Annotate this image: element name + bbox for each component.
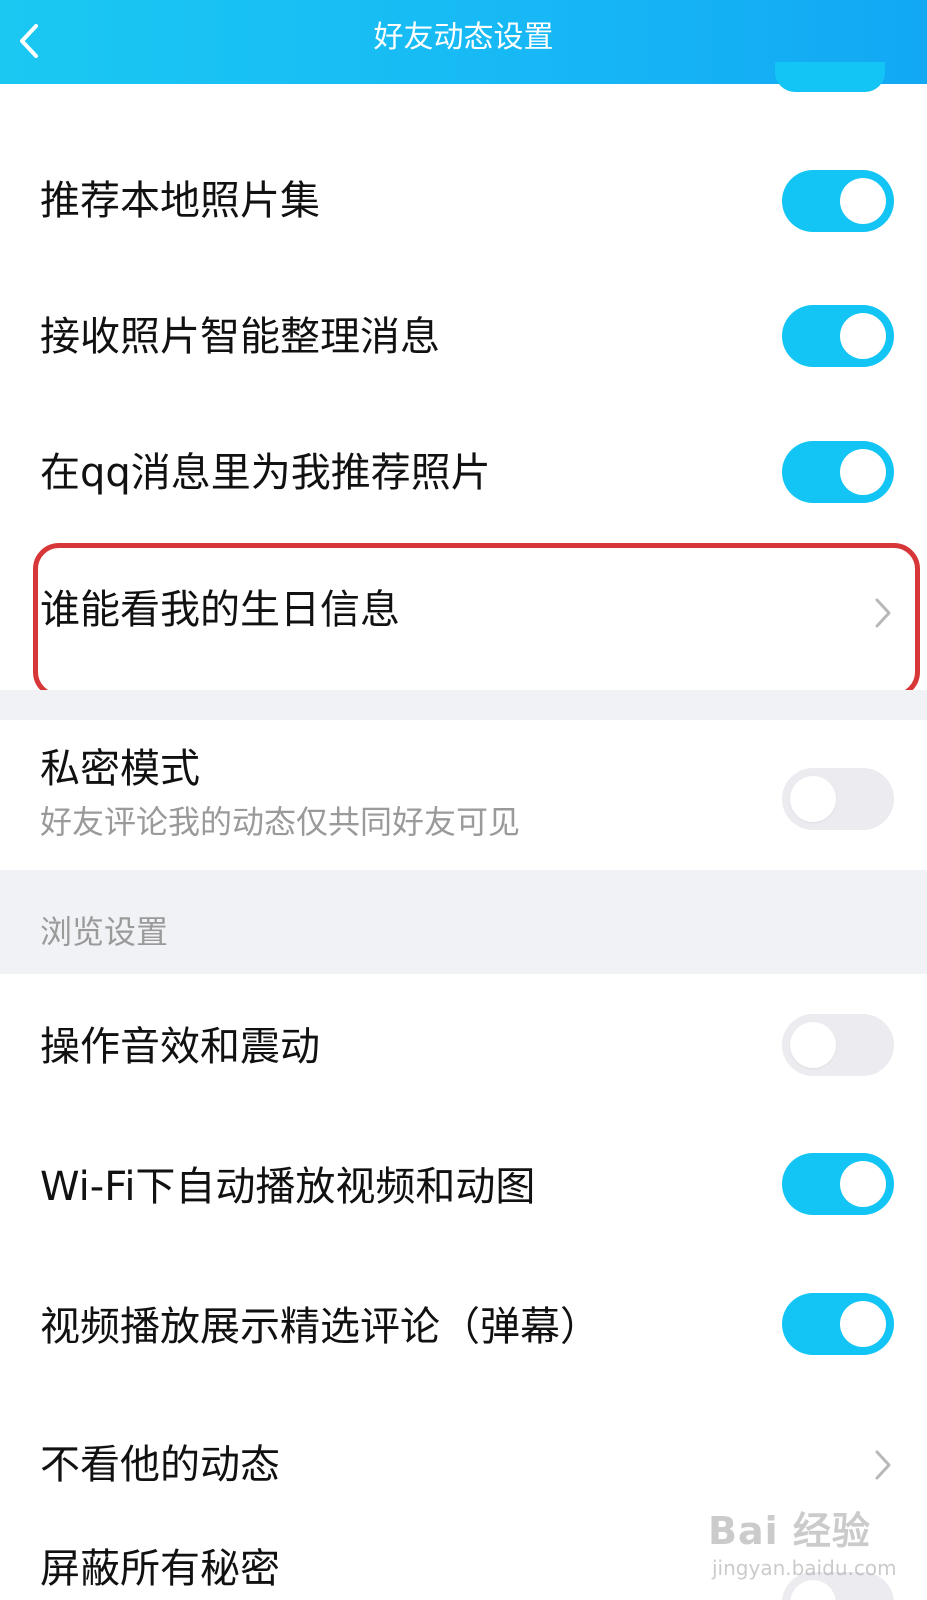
partially-hidden-toggle[interactable]	[775, 62, 885, 92]
section-title: 浏览设置	[40, 913, 169, 951]
private-mode-toggle[interactable]	[782, 768, 894, 830]
toggle-knob	[790, 776, 836, 822]
chevron-right-icon	[875, 598, 891, 628]
sound-vibration-toggle[interactable]	[782, 1014, 894, 1076]
setting-row-hide-all-secrets: 屏蔽所有秘密	[0, 1534, 927, 1600]
toggle-knob	[840, 1301, 886, 1347]
setting-label: 私密模式	[40, 746, 200, 792]
setting-row-hide-their-feed[interactable]: 不看他的动态	[0, 1394, 927, 1534]
setting-row-local-albums: 推荐本地照片集	[0, 132, 927, 268]
setting-label: 不看他的动态	[40, 1442, 280, 1488]
setting-row-video-comments: 视频播放展示精选评论（弹幕）	[0, 1254, 927, 1394]
video-comments-toggle[interactable]	[782, 1293, 894, 1355]
browse-section-header: 浏览设置	[0, 870, 927, 974]
setting-label: 谁能看我的生日信息	[40, 587, 400, 633]
setting-row-smart-organize: 接收照片智能整理消息	[0, 268, 927, 404]
setting-row-birthday-visibility[interactable]: 谁能看我的生日信息	[0, 540, 927, 690]
toggle-knob	[840, 1161, 886, 1207]
toggle-knob	[840, 178, 886, 224]
setting-label: 屏蔽所有秘密	[40, 1546, 280, 1592]
chevron-right-icon	[875, 1450, 891, 1480]
setting-label: 接收照片智能整理消息	[40, 314, 440, 360]
setting-label: 操作音效和震动	[40, 1024, 320, 1070]
toggle-knob	[790, 1022, 836, 1068]
setting-row-wifi-autoplay: Wi-Fi下自动播放视频和动图	[0, 1114, 927, 1254]
setting-label: 视频播放展示精选评论（弹幕）	[40, 1304, 600, 1350]
page-title: 好友动态设置	[373, 20, 554, 55]
smart-organize-toggle[interactable]	[782, 305, 894, 367]
setting-label: Wi-Fi下自动播放视频和动图	[40, 1164, 536, 1210]
local-albums-toggle[interactable]	[782, 170, 894, 232]
hide-all-secrets-toggle[interactable]	[782, 1572, 894, 1600]
section-divider	[0, 690, 927, 720]
setting-label: 在qq消息里为我推荐照片	[40, 450, 491, 496]
setting-row-sound-vibration: 操作音效和震动	[0, 974, 927, 1114]
setting-description: 好友评论我的动态仅共同好友可见	[40, 803, 521, 841]
setting-row-private-mode: 私密模式 好友评论我的动态仅共同好友可见	[0, 720, 927, 870]
wifi-autoplay-toggle[interactable]	[782, 1153, 894, 1215]
toggle-knob	[790, 1580, 836, 1600]
setting-label: 推荐本地照片集	[40, 178, 320, 224]
qq-recommend-toggle[interactable]	[782, 441, 894, 503]
setting-row-qq-recommend: 在qq消息里为我推荐照片	[0, 404, 927, 540]
toggle-knob	[840, 449, 886, 495]
toggle-knob	[840, 313, 886, 359]
